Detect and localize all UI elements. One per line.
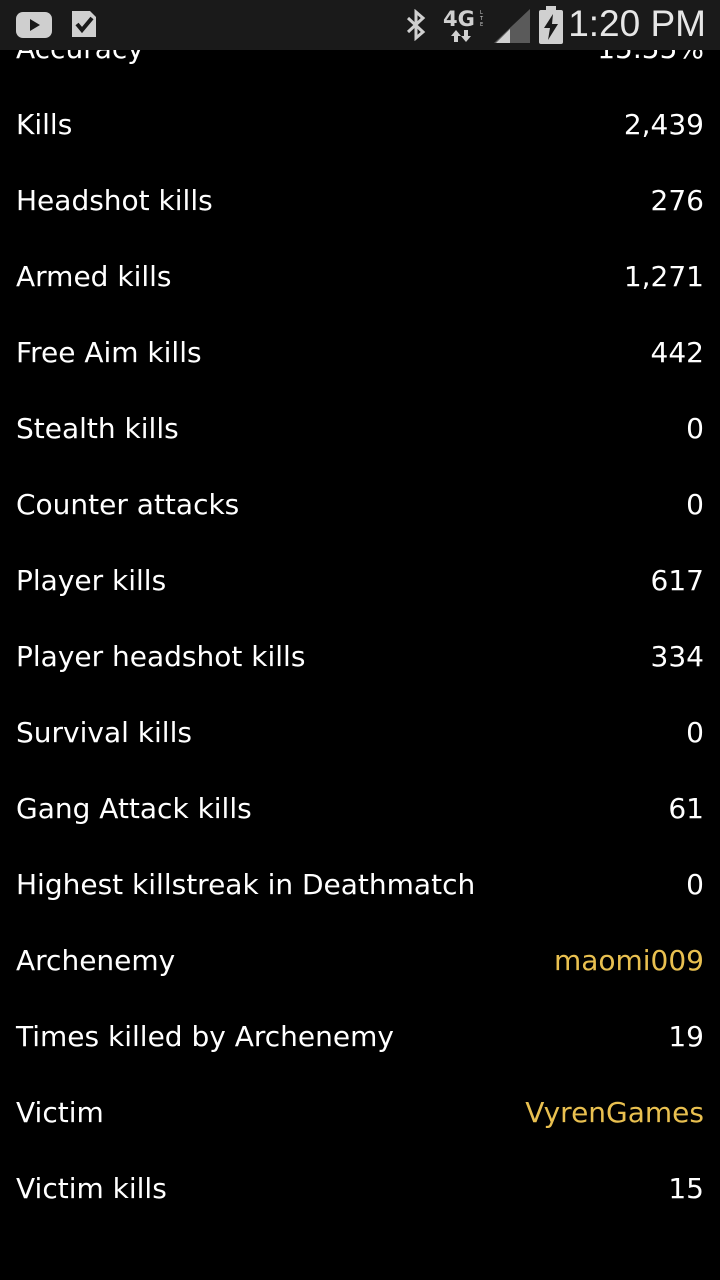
stat-label: Gang Attack kills: [16, 791, 252, 825]
stat-label: Player headshot kills: [16, 639, 306, 673]
stat-value: 15: [668, 1171, 704, 1205]
status-bar: 4G L T E 1:20 PM: [0, 0, 720, 50]
stat-label: Headshot kills: [16, 183, 213, 217]
stat-value: 0: [686, 867, 704, 901]
battery-charging-icon: [539, 6, 563, 44]
stat-row-free-aim-kills: Free Aim kills 442: [16, 332, 704, 372]
stat-value: 617: [650, 563, 704, 597]
stat-label: Stealth kills: [16, 411, 179, 445]
stat-value: 276: [650, 183, 704, 217]
stat-value: 0: [686, 487, 704, 521]
stat-label: Victim: [16, 1095, 104, 1129]
archenemy-name-link[interactable]: maomi009: [554, 944, 704, 977]
youtube-icon: [16, 12, 52, 38]
stat-row-archenemy: Archenemy maomi009: [16, 940, 704, 980]
stat-value: 0: [686, 411, 704, 445]
stat-row-survival-kills: Survival kills 0: [16, 712, 704, 752]
stat-row-highest-killstreak: Highest killstreak in Deathmatch 0: [16, 864, 704, 904]
stat-label: Armed kills: [16, 259, 172, 293]
stat-label: Highest killstreak in Deathmatch: [16, 867, 476, 901]
stat-label: Free Aim kills: [16, 335, 202, 369]
stat-value: 2,439: [623, 107, 704, 141]
stat-label: Player kills: [16, 563, 167, 597]
stat-label: Victim kills: [16, 1171, 167, 1205]
stat-value: 0: [686, 715, 704, 749]
bluetooth-icon: [406, 9, 426, 41]
stat-row-armed-kills: Armed kills 1,271: [16, 256, 704, 296]
network-label: 4G: [443, 7, 475, 31]
stat-row-victim-kills: Victim kills 15: [16, 1168, 704, 1208]
signal-icon: [494, 9, 530, 43]
stat-label: Survival kills: [16, 715, 192, 749]
victim-name-link[interactable]: VyrenGames: [525, 1096, 704, 1129]
stat-row-player-kills: Player kills 617: [16, 560, 704, 600]
clock: 1:20 PM: [568, 3, 706, 44]
stat-row-times-killed-by-archenemy: Times killed by Archenemy 19: [16, 1016, 704, 1056]
stat-row-gang-attack-kills: Gang Attack kills 61: [16, 788, 704, 828]
stat-value: 61: [668, 791, 704, 825]
stat-row-stealth-kills: Stealth kills 0: [16, 408, 704, 448]
svg-text:E: E: [480, 22, 483, 28]
4g-lte-icon: 4G L T E: [443, 7, 484, 42]
stat-row-victim: Victim VyrenGames: [16, 1092, 704, 1132]
stat-row-kills: Kills 2,439: [16, 104, 704, 144]
stat-label: Counter attacks: [16, 487, 240, 521]
checkmark-notification-icon: [72, 11, 96, 37]
stat-value: 1,271: [623, 259, 704, 293]
stat-value: 442: [650, 335, 704, 369]
stat-row-headshot-kills: Headshot kills 276: [16, 180, 704, 220]
stat-label: Times killed by Archenemy: [16, 1019, 394, 1053]
stat-label: Archenemy: [16, 943, 176, 977]
stat-value: 19: [668, 1019, 704, 1053]
stat-value: 334: [650, 639, 704, 673]
stat-row-counter-attacks: Counter attacks 0: [16, 484, 704, 524]
stat-row-player-headshot-kills: Player headshot kills 334: [16, 636, 704, 676]
stat-label: Kills: [16, 107, 73, 141]
